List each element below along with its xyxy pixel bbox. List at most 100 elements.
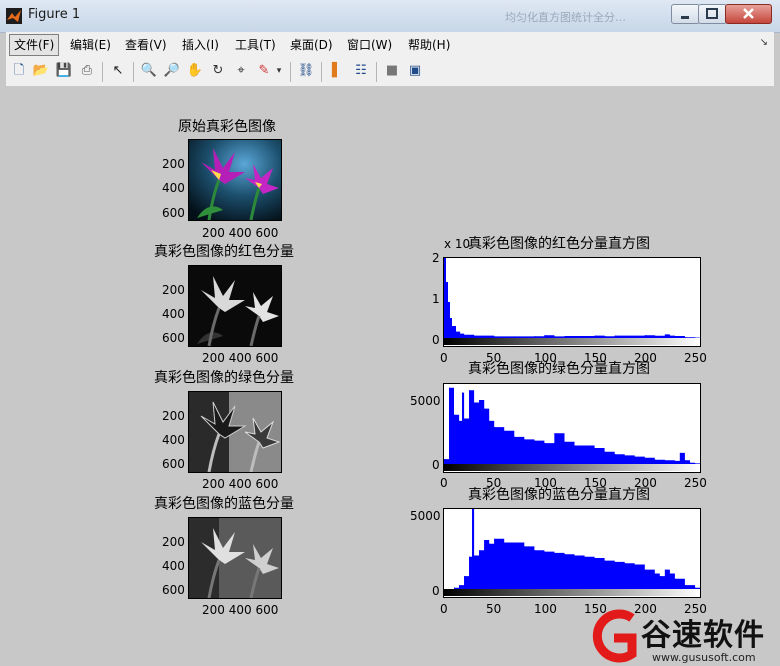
histogram-bar — [450, 318, 451, 338]
y-tick-label: 400 — [162, 559, 185, 573]
figure-toolbar: 🗋 📂 💾 ⎙ ↖ 🔍 🔎 ✋ ↻ ⌖ ✎ ▾ ⛓ ▌ ☷ ■ ▣ — [6, 58, 774, 87]
histogram-bar — [534, 440, 536, 464]
menu-help[interactable]: 帮助(H) — [404, 36, 454, 54]
hide-plot-tools-icon[interactable]: ■ — [383, 62, 401, 80]
histogram-bar — [644, 569, 646, 589]
show-plot-tools-icon[interactable]: ▣ — [406, 62, 424, 80]
histogram-bar — [564, 441, 566, 464]
original-flower-image — [188, 139, 282, 221]
rotate-3d-icon[interactable]: ↻ — [209, 62, 227, 80]
intensity-colorbar — [444, 338, 700, 345]
x-tick-label: 100 — [534, 602, 557, 616]
gusu-logo-icon — [592, 609, 637, 663]
flower-grayscale-picture — [189, 266, 281, 346]
histogram-bar — [479, 550, 481, 589]
print-icon[interactable]: ⎙ — [78, 62, 96, 80]
menu-tools[interactable]: 工具(T) — [231, 36, 280, 54]
histogram-bar — [464, 576, 466, 589]
y-tick-label: 600 — [162, 457, 185, 471]
menu-file[interactable]: 文件(F) — [9, 34, 60, 56]
brush-icon[interactable]: ✎ — [255, 62, 273, 80]
legend-icon[interactable]: ☷ — [352, 62, 370, 80]
y-tick-label: 0 — [432, 584, 440, 598]
toolbar-separator — [102, 62, 103, 82]
axes-title: 原始真彩色图像 — [178, 119, 276, 135]
data-cursor-icon[interactable]: ⌖ — [232, 62, 250, 80]
histogram-area — [444, 509, 700, 589]
histogram-bars — [444, 258, 700, 338]
histogram-bar — [604, 451, 606, 464]
new-figure-icon[interactable]: 🗋 — [10, 62, 28, 80]
histogram-bar — [489, 543, 491, 589]
histogram-bar — [669, 573, 671, 589]
axes-title: 真彩色图像的蓝色分量 — [154, 496, 294, 512]
zoom-in-icon[interactable]: 🔍 — [140, 62, 158, 80]
histogram-bar — [554, 552, 556, 589]
histogram-bar — [624, 563, 626, 589]
histogram-bar — [664, 569, 666, 589]
brush-dropdown-icon[interactable]: ▾ — [274, 62, 284, 80]
x-tick-label: 0 — [440, 602, 448, 616]
y-tick-label: 600 — [162, 206, 185, 220]
y-tick-label: 200 — [162, 283, 185, 297]
histogram-green-axes — [443, 383, 701, 473]
zoom-out-icon[interactable]: 🔎 — [163, 62, 181, 80]
x-tick-labels: 200 400 600 — [202, 603, 279, 617]
histogram-area — [444, 387, 700, 464]
y-exponent-label: x 10 — [444, 237, 471, 251]
histogram-bar — [454, 414, 455, 464]
toolbar-separator — [321, 62, 322, 82]
histogram-area — [444, 258, 700, 338]
save-icon[interactable]: 💾 — [55, 62, 73, 80]
histogram-bar — [514, 542, 516, 589]
menu-insert[interactable]: 插入(I) — [178, 36, 223, 54]
minimize-icon — [681, 16, 689, 19]
histogram-bar — [472, 509, 474, 589]
histogram-bar — [444, 258, 445, 338]
histogram-bar — [462, 392, 464, 464]
histogram-bar — [534, 550, 536, 589]
edit-plot-arrow-icon[interactable]: ↖ — [109, 62, 127, 80]
intensity-colorbar — [444, 589, 700, 596]
figure-window: Figure 1 均匀化直方图统计全分… 文件(F) 编辑(E) 查看(V) 插… — [0, 0, 780, 666]
colorbar-icon[interactable]: ▌ — [328, 62, 346, 80]
histogram-bar — [474, 402, 476, 464]
toolbar-separator — [133, 62, 134, 82]
histogram-bar — [614, 561, 616, 589]
pan-hand-icon[interactable]: ✋ — [186, 62, 204, 80]
histogram-bar — [544, 443, 546, 464]
axes-title: 真彩色图像的绿色分量 — [154, 370, 294, 386]
minimize-button[interactable] — [671, 4, 700, 24]
histogram-bar — [459, 420, 461, 464]
axes-title: 真彩色图像的红色分量直方图 — [468, 236, 650, 252]
histogram-bar — [469, 390, 471, 464]
histogram-bar — [489, 420, 491, 464]
maximize-button[interactable] — [698, 4, 727, 24]
y-tick-label: 600 — [162, 583, 185, 597]
histogram-bar — [469, 556, 471, 589]
link-plot-icon[interactable]: ⛓ — [297, 62, 315, 80]
x-tick-labels: 200 400 600 — [202, 477, 279, 491]
histogram-bar — [624, 455, 626, 464]
menu-desktop[interactable]: 桌面(D) — [286, 36, 337, 54]
menu-overflow-icon[interactable]: ↘ — [760, 37, 768, 48]
blue-channel-image — [188, 517, 282, 599]
menu-window[interactable]: 窗口(W) — [343, 36, 396, 54]
open-file-icon[interactable]: 📂 — [32, 62, 50, 80]
toolbar-separator — [376, 62, 377, 82]
close-button[interactable] — [725, 4, 772, 24]
flower-grayscale-picture — [189, 518, 281, 598]
histogram-bar — [464, 418, 466, 464]
histogram-bar — [474, 555, 476, 589]
histogram-bar — [634, 564, 636, 589]
histogram-bars — [444, 509, 700, 589]
menu-edit[interactable]: 编辑(E) — [66, 36, 115, 54]
histogram-bar — [659, 576, 661, 589]
y-tick-label: 5000 — [410, 509, 441, 523]
menu-bar: 文件(F) 编辑(E) 查看(V) 插入(I) 工具(T) 桌面(D) 窗口(W… — [6, 32, 774, 59]
x-tick-label: 250 — [684, 476, 707, 490]
histogram-bar — [544, 551, 546, 589]
histogram-bar — [654, 573, 656, 589]
y-tick-label: 0 — [432, 333, 440, 347]
menu-view[interactable]: 查看(V) — [121, 36, 171, 54]
